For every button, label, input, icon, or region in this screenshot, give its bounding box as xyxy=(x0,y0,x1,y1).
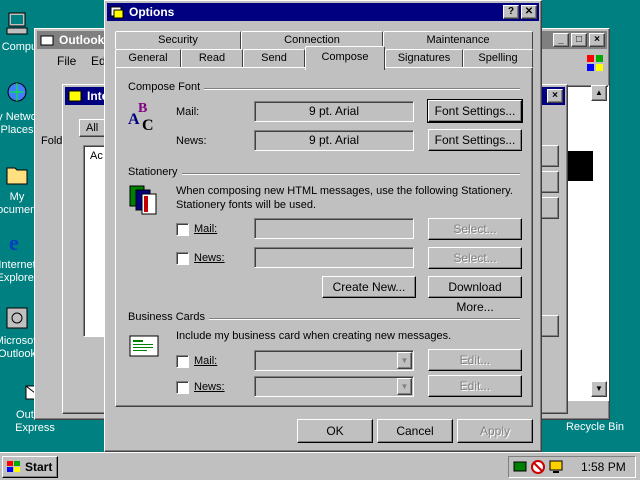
tab-spelling[interactable]: Spelling xyxy=(463,49,533,67)
close-button[interactable]: × xyxy=(589,33,605,47)
business-card-mail-edit-button[interactable]: Edit... xyxy=(428,349,522,371)
stationery-divider xyxy=(130,173,520,175)
download-more-button[interactable]: Download More... xyxy=(428,276,522,314)
options-titlebar[interactable]: Options ? ✕ xyxy=(107,3,539,21)
stationery-mail-checkbox[interactable] xyxy=(176,223,189,236)
internet-window-icon xyxy=(68,89,82,103)
stationery-description: When composing new HTML messages, use th… xyxy=(176,185,513,211)
stationery-icon xyxy=(128,184,162,218)
business-cards-description: Include my business card when creating n… xyxy=(176,330,452,342)
menu-file[interactable]: File xyxy=(57,54,76,68)
start-button[interactable]: Start xyxy=(2,456,58,478)
tab-send[interactable]: Send xyxy=(243,49,305,67)
stationery-news-field xyxy=(254,247,414,268)
my-documents-icon xyxy=(3,160,31,188)
outlook-icon xyxy=(3,304,31,332)
network-places-icon xyxy=(3,80,31,108)
windows-logo-icon xyxy=(585,53,605,73)
business-cards-heading: Business Cards xyxy=(128,311,210,323)
outlook-menubar: File Edit xyxy=(39,51,112,69)
font-settings-mail-button[interactable]: Font Settings... xyxy=(427,99,523,123)
minimize-button[interactable]: _ xyxy=(553,33,569,47)
all-tab-label: All xyxy=(86,122,99,134)
stationery-mail-label[interactable]: Mail: xyxy=(194,223,217,235)
options-window-icon xyxy=(110,5,124,19)
desktop-icon-label: Internet Explorer xyxy=(0,259,38,284)
scrollbar-up-button[interactable]: ▲ xyxy=(591,85,607,101)
chevron-down-icon[interactable]: ▼ xyxy=(397,378,412,395)
business-card-news-dropdown[interactable]: ▼ xyxy=(254,376,414,397)
desktop-icon-label: Recycle Bin xyxy=(565,421,625,433)
acc-label: Ac xyxy=(90,150,103,162)
business-card-mail-label[interactable]: Mail: xyxy=(194,355,217,367)
tab-signatures[interactable]: Signatures xyxy=(385,49,463,67)
side-button[interactable] xyxy=(539,197,559,219)
font-settings-news-button[interactable]: Font Settings... xyxy=(428,129,522,151)
svg-text:e: e xyxy=(9,230,19,255)
stationery-news-checkbox[interactable] xyxy=(176,252,189,265)
side-button[interactable] xyxy=(539,315,559,337)
tab-compose[interactable]: Compose xyxy=(305,46,385,70)
taskbar: Start 1:58 PM xyxy=(0,452,640,480)
compose-font-news-field: 9 pt. Arial xyxy=(254,130,414,151)
folders-panel: Fold xyxy=(39,133,79,153)
network-tray-icon[interactable] xyxy=(513,460,527,474)
clock: 1:58 PM xyxy=(581,460,626,474)
apply-button[interactable]: Apply xyxy=(457,419,533,443)
close-button[interactable]: × xyxy=(547,89,563,103)
internet-explorer-icon: e xyxy=(3,228,31,256)
compose-tab-page: Compose Font BAC Mail: 9 pt. Arial Font … xyxy=(115,67,533,407)
close-button[interactable]: ✕ xyxy=(521,5,537,19)
compose-font-heading: Compose Font xyxy=(128,81,205,93)
side-button[interactable] xyxy=(539,145,559,167)
business-card-mail-dropdown[interactable]: ▼ xyxy=(254,350,414,371)
options-title: Options xyxy=(129,5,175,19)
svg-text:A: A xyxy=(128,111,140,128)
folders-label: Fold xyxy=(41,135,63,147)
no-entry-tray-icon[interactable] xyxy=(531,460,545,474)
stationery-mail-select-button[interactable]: Select... xyxy=(428,218,522,240)
cancel-button[interactable]: Cancel xyxy=(377,419,453,443)
business-card-news-edit-button[interactable]: Edit... xyxy=(428,375,522,397)
options-dialog: Options ? ✕ Security Connection Maintena… xyxy=(104,0,542,452)
tab-security[interactable]: Security xyxy=(115,31,241,49)
stationery-news-label[interactable]: News: xyxy=(194,252,225,264)
compose-font-mail-field: 9 pt. Arial xyxy=(254,101,414,122)
business-card-news-checkbox[interactable] xyxy=(176,381,189,394)
side-button[interactable] xyxy=(539,171,559,193)
help-button[interactable]: ? xyxy=(503,5,519,19)
display-tray-icon[interactable] xyxy=(549,460,563,474)
compose-font-mail-label: Mail: xyxy=(176,106,200,118)
tab-read[interactable]: Read xyxy=(181,49,243,67)
svg-text:C: C xyxy=(142,117,154,134)
system-tray: 1:58 PM xyxy=(508,456,636,478)
my-computer-icon xyxy=(3,10,31,38)
stationery-mail-field xyxy=(254,218,414,239)
outlook-title: Outlook xyxy=(59,33,105,47)
business-card-mail-checkbox[interactable] xyxy=(176,355,189,368)
stationery-news-select-button[interactable]: Select... xyxy=(428,247,522,269)
create-new-button[interactable]: Create New... xyxy=(322,276,416,298)
windows-logo-icon xyxy=(6,460,22,474)
font-abc-icon: BAC xyxy=(126,98,162,134)
compose-font-news-label: News: xyxy=(176,135,207,147)
business-card-news-label[interactable]: News: xyxy=(194,381,225,393)
business-card-icon xyxy=(128,332,162,360)
tab-general[interactable]: General xyxy=(115,49,181,67)
maximize-button[interactable]: □ xyxy=(571,33,587,47)
scrollbar-down-button[interactable]: ▼ xyxy=(591,381,607,397)
chevron-down-icon[interactable]: ▼ xyxy=(397,352,412,369)
tab-maintenance[interactable]: Maintenance xyxy=(383,31,533,49)
start-label: Start xyxy=(25,460,53,474)
outlook-window-icon xyxy=(40,33,54,47)
stationery-heading: Stationery xyxy=(128,166,182,178)
ok-button[interactable]: OK xyxy=(297,419,373,443)
